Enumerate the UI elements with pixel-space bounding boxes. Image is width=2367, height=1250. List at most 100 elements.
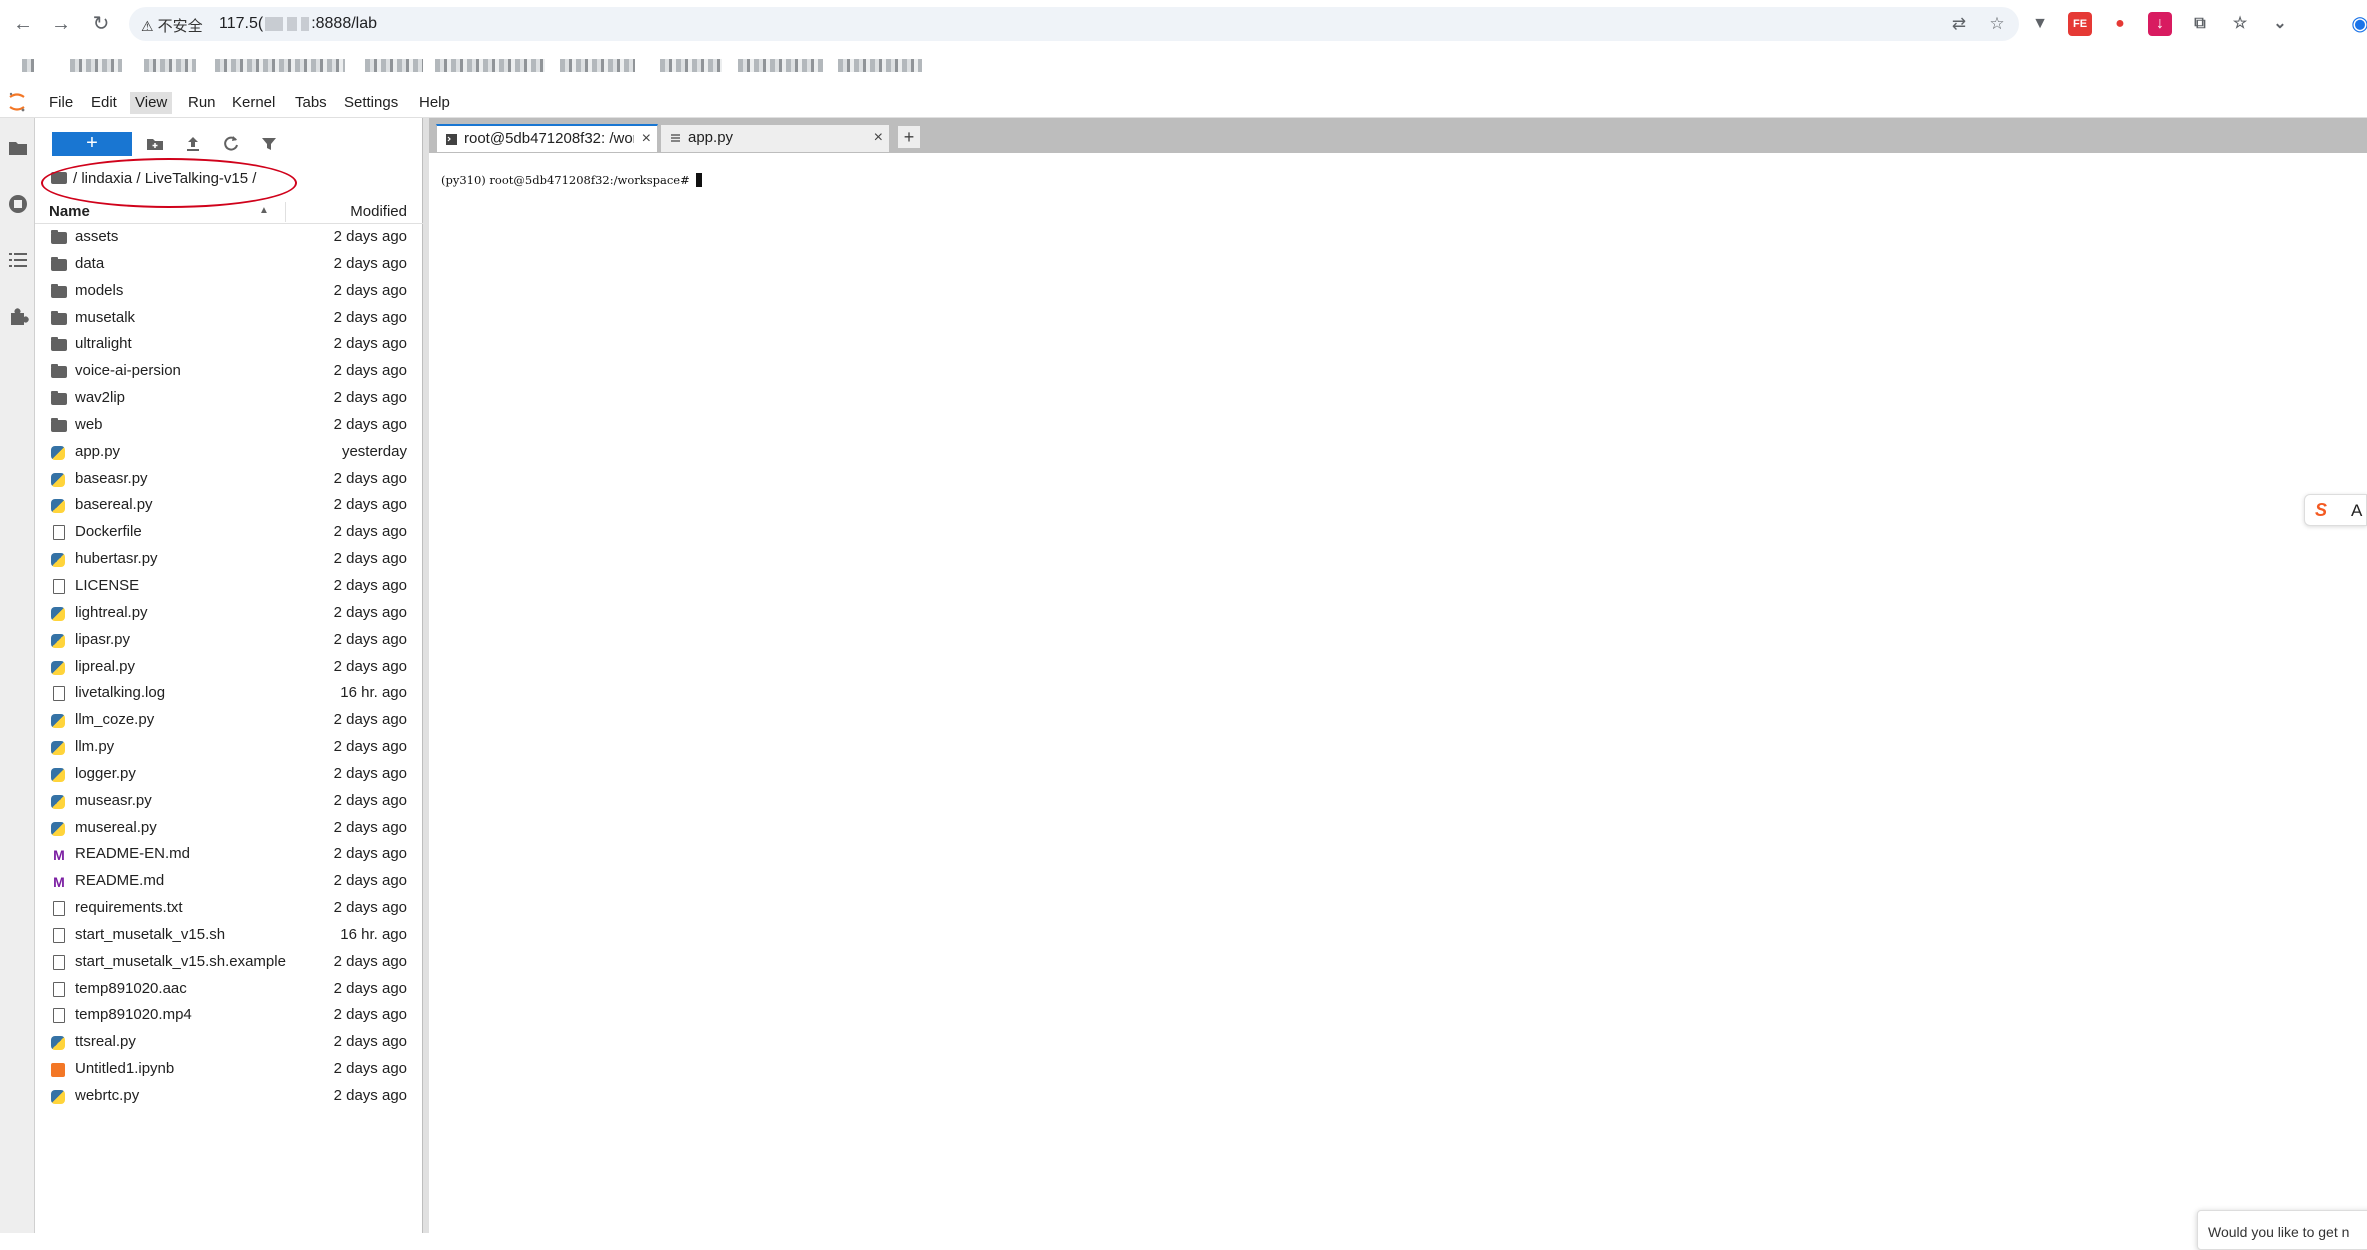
folder-icon [51, 364, 67, 379]
file-row[interactable]: lightreal.py 2 days ago [35, 600, 423, 627]
file-row[interactable]: start_musetalk_v15.sh.example 2 days ago [35, 949, 423, 976]
column-divider[interactable] [285, 202, 286, 222]
bookmark-item[interactable] [738, 59, 823, 72]
close-icon[interactable]: × [642, 126, 651, 152]
filter-icon[interactable] [259, 134, 279, 154]
menu-file[interactable]: File [44, 92, 78, 114]
running-kernels-icon[interactable] [7, 193, 29, 215]
address-bar[interactable]: ⚠ 不安全 117.5(:8888/lab ⇄ ☆ [129, 7, 2019, 41]
bookmark-item[interactable] [144, 59, 196, 72]
file-modified: 2 days ago [333, 550, 407, 568]
file-row[interactable]: Untitled1.ipynb 2 days ago [35, 1056, 423, 1083]
vue-devtools-icon[interactable]: ▼ [2028, 12, 2052, 36]
jupyter-logo-icon[interactable] [8, 91, 26, 113]
back-arrow-icon[interactable]: ← [10, 11, 36, 37]
python-file-icon [51, 714, 65, 729]
menu-view[interactable]: View [130, 92, 173, 114]
security-warning[interactable]: ⚠ 不安全 [141, 15, 203, 36]
file-row[interactable]: models 2 days ago [35, 278, 423, 305]
file-row[interactable]: llm_coze.py 2 days ago [35, 707, 423, 734]
upload-icon[interactable] [183, 134, 203, 154]
menu-tabs[interactable]: Tabs [290, 92, 332, 114]
profile-icon[interactable]: ◉ [2347, 11, 2367, 37]
file-modified: 2 days ago [333, 630, 407, 648]
file-name: ultralight [75, 335, 132, 353]
file-name: Untitled1.ipynb [75, 1060, 175, 1078]
file-row[interactable]: data 2 days ago [35, 251, 423, 278]
ime-widget[interactable]: S A [2304, 494, 2367, 526]
menu-kernel[interactable]: Kernel [227, 92, 280, 114]
file-row[interactable]: voice-ai-persion 2 days ago [35, 358, 423, 385]
file-row[interactable]: livetalking.log 16 hr. ago [35, 680, 423, 707]
extensions-puzzle-icon[interactable]: ⧉ [2188, 12, 2212, 36]
refresh-icon[interactable] [221, 134, 241, 154]
table-of-contents-icon[interactable] [7, 249, 29, 271]
file-row[interactable]: app.py yesterday [35, 439, 423, 466]
file-row[interactable]: temp891020.aac 2 days ago [35, 976, 423, 1003]
bookmark-item[interactable] [22, 59, 34, 72]
file-row[interactable]: web 2 days ago [35, 412, 423, 439]
modified-column-header[interactable]: Modified [350, 203, 407, 220]
file-row[interactable]: lipreal.py 2 days ago [35, 654, 423, 681]
name-column-header[interactable]: Name [49, 203, 90, 220]
bookmark-item[interactable] [70, 59, 122, 72]
tab-terminal[interactable]: root@5db471208f32: /wor × [436, 124, 658, 152]
bookmark-item[interactable] [560, 59, 635, 72]
file-row[interactable]: assets 2 days ago [35, 224, 423, 251]
file-row[interactable]: llm.py 2 days ago [35, 734, 423, 761]
menu-help[interactable]: Help [414, 92, 455, 114]
file-row[interactable]: ultralight 2 days ago [35, 331, 423, 358]
file-browser-icon[interactable] [7, 137, 29, 159]
bookmark-item[interactable] [365, 59, 423, 72]
file-modified: 2 days ago [333, 872, 407, 890]
file-row[interactable]: lipasr.py 2 days ago [35, 627, 423, 654]
new-folder-icon[interactable] [145, 134, 165, 154]
file-row[interactable]: wav2lip 2 days ago [35, 385, 423, 412]
close-icon[interactable]: × [874, 125, 883, 151]
file-row[interactable]: baseasr.py 2 days ago [35, 466, 423, 493]
bookmark-item[interactable] [838, 59, 922, 72]
file-row[interactable]: temp891020.mp4 2 days ago [35, 1002, 423, 1029]
record-icon[interactable]: ● [2108, 12, 2132, 36]
file-row[interactable]: musetalk 2 days ago [35, 305, 423, 332]
bookmark-item[interactable] [660, 59, 722, 72]
file-row[interactable]: ttsreal.py 2 days ago [35, 1029, 423, 1056]
file-row[interactable]: start_musetalk_v15.sh 16 hr. ago [35, 922, 423, 949]
file-row[interactable]: logger.py 2 days ago [35, 761, 423, 788]
file-row[interactable]: Dockerfile 2 days ago [35, 519, 423, 546]
reload-icon[interactable]: ↻ [88, 11, 114, 37]
file-row[interactable]: requirements.txt 2 days ago [35, 895, 423, 922]
extension-manager-icon[interactable] [7, 305, 29, 327]
file-row[interactable]: LICENSE 2 days ago [35, 573, 423, 600]
file-browser-panel: + / lindaxia / LiveTalking-v15 / Name ▲ … [35, 118, 423, 1233]
bookmark-item[interactable] [215, 59, 345, 72]
file-row[interactable]: hubertasr.py 2 days ago [35, 546, 423, 573]
file-row[interactable]: museasr.py 2 days ago [35, 788, 423, 815]
tab-app-py[interactable]: app.py × [660, 124, 890, 152]
file-name: start_musetalk_v15.sh [75, 925, 226, 943]
bookmark-item[interactable] [435, 59, 545, 72]
menu-edit[interactable]: Edit [86, 92, 122, 114]
file-name: llm_coze.py [75, 711, 155, 729]
bookmark-star-icon[interactable]: ☆ [1987, 14, 2007, 34]
file-row[interactable]: M README.md 2 days ago [35, 868, 423, 895]
file-name: hubertasr.py [75, 550, 158, 568]
file-row[interactable]: basereal.py 2 days ago [35, 492, 423, 519]
download-icon[interactable]: ↓ [2148, 12, 2172, 36]
python-file-icon [51, 472, 65, 487]
file-row[interactable]: musereal.py 2 days ago [35, 815, 423, 842]
forward-arrow-icon[interactable]: → [48, 11, 74, 37]
new-launcher-button[interactable]: + [52, 132, 132, 156]
add-tab-button[interactable]: + [897, 125, 921, 149]
menu-run[interactable]: Run [183, 92, 221, 114]
terminal-panel[interactable]: (py310) root@5db471208f32:/workspace# [429, 152, 2367, 1233]
file-row[interactable]: webrtc.py 2 days ago [35, 1083, 423, 1110]
file-modified: 2 days ago [333, 415, 407, 433]
chevron-down-icon[interactable]: ⌄ [2268, 12, 2292, 36]
translate-icon[interactable]: ⇄ [1949, 14, 1969, 34]
fe-helper-icon[interactable]: FE [2068, 12, 2092, 36]
notification-toast[interactable]: Would you like to get n [2197, 1210, 2367, 1250]
file-row[interactable]: M README-EN.md 2 days ago [35, 841, 423, 868]
favorites-icon[interactable]: ☆ [2228, 12, 2252, 36]
menu-settings[interactable]: Settings [339, 92, 403, 114]
